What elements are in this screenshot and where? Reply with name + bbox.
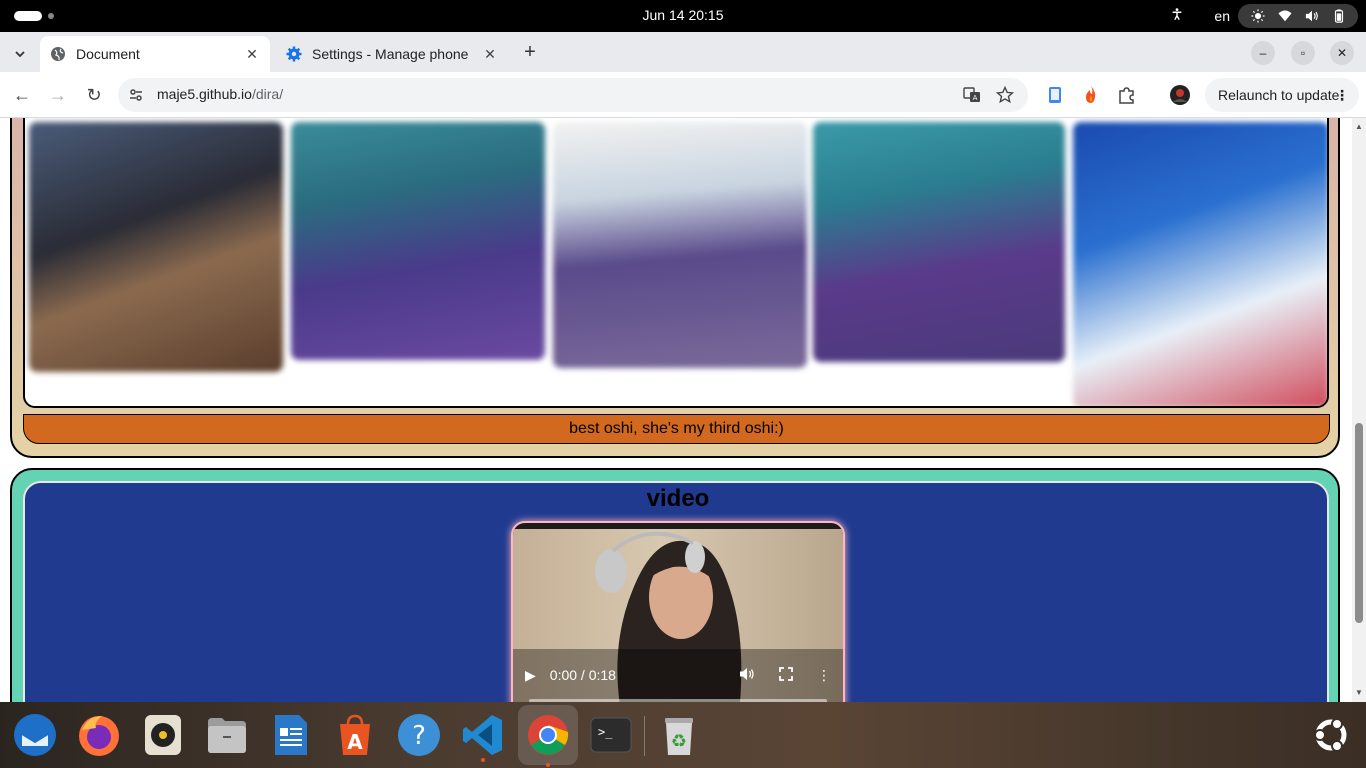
dock-chrome[interactable] xyxy=(518,705,578,767)
dock-writer[interactable] xyxy=(266,710,316,760)
running-indicator xyxy=(481,758,485,762)
help-icon: ? xyxy=(398,714,440,756)
gallery-photo[interactable] xyxy=(29,122,283,372)
web-page: best oshi, she's my third oshi:) video ▶… xyxy=(0,118,1352,702)
video-section: video ▶ 0:00 / 0:18 ⋮ xyxy=(10,468,1340,702)
running-indicator xyxy=(546,763,550,767)
tab-strip: Document ✕ Settings - Manage phone ✕ + –… xyxy=(0,32,1366,72)
scroll-down-arrow[interactable]: ▼ xyxy=(1355,688,1363,697)
clock[interactable]: Jun 14 20:15 xyxy=(0,7,1366,23)
video-panel: video ▶ 0:00 / 0:18 ⋮ xyxy=(23,481,1329,702)
gallery-photo[interactable] xyxy=(553,122,807,368)
files-icon xyxy=(208,718,246,753)
svg-text:A: A xyxy=(347,730,363,754)
dock-trash[interactable]: ♻ xyxy=(654,710,704,760)
battery-icon xyxy=(1334,9,1343,23)
thunderbird-icon xyxy=(14,714,56,756)
tab-document[interactable]: Document ✕ xyxy=(40,36,270,72)
site-info-icon[interactable] xyxy=(128,87,144,103)
writer-icon xyxy=(275,715,307,755)
gallery-frame xyxy=(23,118,1329,408)
chrome-icon xyxy=(528,715,569,755)
url-path: /dira/ xyxy=(251,86,284,102)
gallery-section: best oshi, she's my third oshi:) xyxy=(10,118,1340,458)
relaunch-to-update-button[interactable]: Relaunch to update ⋮ xyxy=(1205,78,1359,112)
gallery-photo[interactable] xyxy=(1073,122,1327,406)
volume-icon xyxy=(1305,10,1318,22)
play-icon[interactable]: ▶ xyxy=(525,667,536,684)
extension-phone-icon[interactable] xyxy=(1045,85,1065,105)
show-apps-button[interactable] xyxy=(1306,710,1356,760)
tab-search-button[interactable] xyxy=(8,44,32,68)
url-host: maje5.github.io xyxy=(157,86,252,102)
gallery-photo[interactable] xyxy=(813,122,1065,362)
dock-files[interactable] xyxy=(202,710,252,760)
forward-button[interactable]: → xyxy=(46,83,70,107)
system-status-menu[interactable] xyxy=(1238,4,1358,28)
restore-button[interactable]: ▫ xyxy=(1291,41,1315,65)
extensions-puzzle-icon[interactable] xyxy=(1117,85,1137,105)
dock-separator xyxy=(644,716,645,756)
translate-icon[interactable]: A xyxy=(963,86,981,104)
wifi-icon xyxy=(1277,10,1292,22)
svg-text:>_: >_ xyxy=(598,725,613,739)
video-controls: ▶ 0:00 / 0:18 ⋮ xyxy=(513,653,843,697)
vscode-icon xyxy=(463,715,502,755)
close-tab-icon[interactable]: ✕ xyxy=(244,46,260,62)
close-tab-icon[interactable]: ✕ xyxy=(482,46,498,62)
dock-rhythmbox[interactable] xyxy=(138,710,188,760)
tab-title: Document xyxy=(76,46,140,62)
browser-toolbar: ← → ↻ maje5.github.io/dira/ A Relaunch t… xyxy=(0,72,1366,118)
video-more-options-icon[interactable]: ⋮ xyxy=(817,667,831,684)
scroll-up-arrow[interactable]: ▲ xyxy=(1355,122,1363,131)
address-bar[interactable]: maje5.github.io/dira/ A xyxy=(118,78,1028,112)
app-center-icon: A xyxy=(340,714,370,755)
new-tab-button[interactable]: + xyxy=(518,40,542,64)
page-scrollbar[interactable]: ▲ ▼ xyxy=(1352,118,1366,702)
svg-text:A: A xyxy=(973,94,978,102)
dock: A ? >_ ♻ xyxy=(0,702,1366,768)
ubuntu-logo-icon xyxy=(1314,718,1347,752)
relaunch-label: Relaunch to update xyxy=(1218,87,1340,103)
extension-fire-icon[interactable] xyxy=(1081,85,1101,105)
reload-button[interactable]: ↻ xyxy=(82,83,106,107)
volume-icon[interactable] xyxy=(739,666,755,685)
tab-title: Settings - Manage phone xyxy=(312,46,469,62)
more-menu-icon[interactable]: ⋮ xyxy=(1335,78,1349,112)
brightness-icon xyxy=(1250,9,1265,23)
gallery-caption: best oshi, she's my third oshi:) xyxy=(23,414,1330,444)
video-time: 0:00 / 0:18 xyxy=(549,667,616,683)
back-button[interactable]: ← xyxy=(10,83,34,107)
video-heading: video xyxy=(646,485,710,512)
rhythmbox-icon xyxy=(145,715,181,755)
dock-app-center[interactable]: A xyxy=(330,710,380,760)
globe-icon xyxy=(50,46,66,62)
system-top-bar: Jun 14 20:15 en xyxy=(0,0,1366,32)
gear-icon xyxy=(286,46,302,62)
scrollbar-thumb[interactable] xyxy=(1355,423,1363,623)
dock-firefox[interactable] xyxy=(74,710,124,760)
terminal-icon: >_ xyxy=(590,717,632,753)
url-text: maje5.github.io/dira/ xyxy=(157,86,283,102)
fullscreen-icon[interactable] xyxy=(779,666,793,684)
svg-text:?: ? xyxy=(412,721,426,751)
dock-terminal[interactable]: >_ xyxy=(586,710,636,760)
trash-icon: ♻ xyxy=(665,718,693,755)
bookmark-star-icon[interactable] xyxy=(996,86,1014,104)
tab-settings[interactable]: Settings - Manage phone ✕ xyxy=(276,36,508,72)
svg-text:♻: ♻ xyxy=(671,731,687,752)
gallery-photo[interactable] xyxy=(291,122,545,360)
firefox-icon xyxy=(79,716,119,756)
keyboard-layout-indicator[interactable]: en xyxy=(1214,8,1230,24)
profile-avatar-icon[interactable] xyxy=(1170,85,1190,105)
dock-help[interactable]: ? xyxy=(394,710,444,760)
accessibility-icon[interactable] xyxy=(1170,7,1184,24)
chevron-down-icon xyxy=(15,51,25,58)
video-player[interactable]: ▶ 0:00 / 0:18 ⋮ xyxy=(511,521,845,702)
dock-thunderbird[interactable] xyxy=(10,710,60,760)
close-window-button[interactable]: ✕ xyxy=(1330,41,1354,65)
minimize-button[interactable]: – xyxy=(1251,41,1275,65)
dock-vscode[interactable] xyxy=(458,710,508,762)
